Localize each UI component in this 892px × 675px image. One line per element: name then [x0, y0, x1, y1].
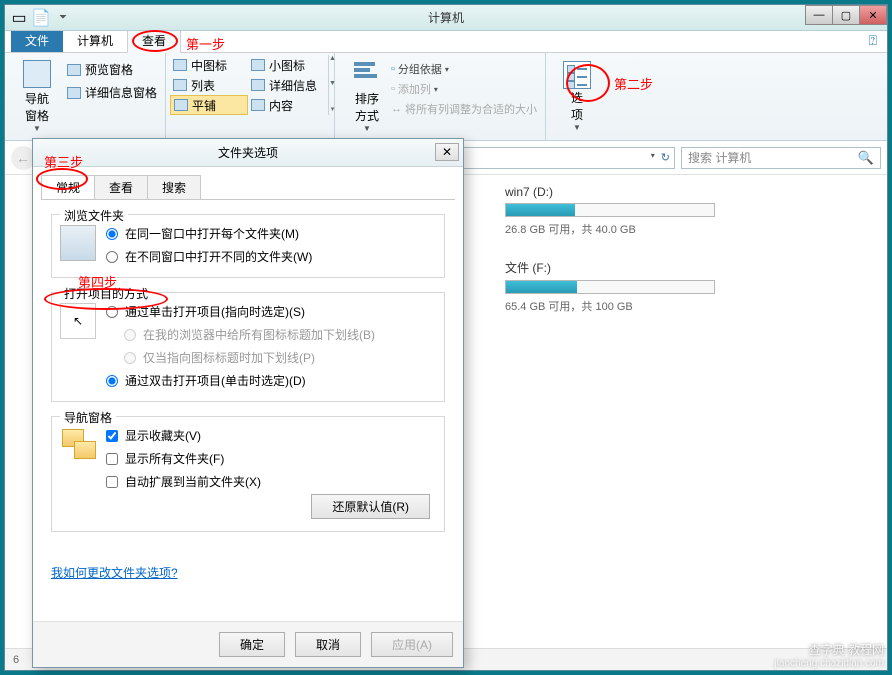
layout-medium-icons[interactable]: 中图标	[170, 55, 248, 75]
new-item-icon[interactable]: 📄	[33, 10, 49, 26]
details-icon	[251, 79, 265, 91]
browse-folders-fieldset: 浏览文件夹 在同一窗口中打开每个文件夹(M) 在不同窗口中打开不同的文件夹(W)	[51, 214, 445, 278]
radio-single-click[interactable]: 通过单击打开项目(指向时选定)(S)	[106, 303, 375, 320]
folder-options-dialog: 文件夹选项 ✕ 常规 查看 搜索 浏览文件夹 在同一窗口中打开每个文件夹(M) …	[32, 138, 464, 668]
cancel-button[interactable]: 取消	[295, 632, 361, 657]
help-icon[interactable]: ⍰	[869, 32, 877, 52]
nav-pane-icon	[23, 60, 51, 88]
drive-usage-bar	[505, 203, 715, 217]
nav-pane-legend: 导航窗格	[60, 409, 116, 426]
group-by-button[interactable]: ▫分组依据 ▾	[391, 61, 537, 77]
click-items-legend: 打开项目的方式	[60, 285, 152, 302]
sort-button[interactable]: 排序 方式 ▼	[343, 57, 391, 136]
preview-pane-icon	[67, 64, 81, 76]
pane-checks: 预览窗格 详细信息窗格	[61, 57, 157, 136]
tab-file[interactable]: 文件	[11, 29, 63, 52]
drive-name: win7 (D:)	[505, 185, 877, 199]
sort-icon	[352, 60, 382, 90]
content-icon	[251, 99, 265, 111]
drive-item[interactable]: win7 (D:) 26.8 GB 可用，共 40.0 GB	[505, 185, 877, 237]
radio-point-underline: 仅当指向图标标题时加下划线(P)	[106, 349, 375, 366]
radio-same-window[interactable]: 在同一窗口中打开每个文件夹(M)	[106, 225, 312, 242]
click-items-icon: ↖	[60, 303, 96, 339]
radio-new-window[interactable]: 在不同窗口中打开不同的文件夹(W)	[106, 248, 312, 265]
small-icons-icon	[251, 59, 265, 71]
dialog-tab-view[interactable]: 查看	[94, 175, 148, 200]
add-column-button: ▫添加列 ▾	[391, 81, 537, 97]
search-icon: 🔍	[858, 150, 874, 166]
layout-content[interactable]: 内容	[248, 95, 326, 115]
check-auto-expand[interactable]: 自动扩展到当前文件夹(X)	[106, 473, 261, 490]
fit-columns-button: ↔将所有列调整为合适的大小	[391, 101, 537, 117]
nav-pane-icon	[60, 427, 96, 463]
layout-tiles[interactable]: 平铺	[170, 95, 248, 115]
titlebar: ▭ 📄 ⏷ 计算机 ― ▢ ✕	[5, 5, 887, 31]
chevron-down-icon: ▼	[363, 124, 371, 133]
refresh-icon[interactable]: ↻	[661, 151, 670, 164]
dialog-tab-general[interactable]: 常规	[41, 175, 95, 200]
browse-folders-icon	[60, 225, 96, 261]
nav-pane-fieldset: 导航窗格 显示收藏夹(V) 显示所有文件夹(F) 自动扩展到当前文件夹(X) 还…	[51, 416, 445, 532]
tiles-icon	[174, 99, 188, 111]
chevron-down-icon: ▼	[573, 123, 581, 132]
chevron-down-icon: ▼	[33, 124, 41, 133]
apply-button[interactable]: 应用(A)	[371, 632, 453, 657]
drive-info: 65.4 GB 可用，共 100 GB	[505, 298, 877, 314]
layout-small-icons[interactable]: 小图标	[248, 55, 326, 75]
minimize-button[interactable]: ―	[805, 5, 833, 25]
drive-usage-bar	[505, 280, 715, 294]
dialog-close-button[interactable]: ✕	[435, 143, 459, 161]
layout-group: 中图标 小图标 列表 详细信息 平铺 内容 ▲▼▾	[166, 53, 334, 140]
tab-computer[interactable]: 计算机	[63, 29, 127, 52]
ok-button[interactable]: 确定	[219, 632, 285, 657]
ribbon-tabs: 文件 计算机 查看 ⍰	[5, 31, 887, 53]
check-show-favorites[interactable]: 显示收藏夹(V)	[106, 427, 261, 444]
layout-details[interactable]: 详细信息	[248, 75, 326, 95]
search-box[interactable]: 搜索 计算机 🔍	[681, 147, 881, 169]
window-title: 计算机	[428, 9, 464, 26]
restore-defaults-button[interactable]: 还原默认值(R)	[311, 494, 430, 519]
drive-info: 26.8 GB 可用，共 40.0 GB	[505, 221, 877, 237]
radio-double-click[interactable]: 通过双击打开项目(单击时选定)(D)	[106, 372, 375, 389]
ribbon-body: 导航 窗格 ▼ 预览窗格 详细信息窗格 中图标 小图标 列表	[5, 53, 887, 141]
dialog-title: 文件夹选项	[218, 144, 278, 161]
radio-browser-underline: 在我的浏览器中给所有图标标题加下划线(B)	[106, 326, 375, 343]
nav-pane-button[interactable]: 导航 窗格 ▼	[13, 57, 61, 136]
details-pane-icon	[67, 87, 81, 99]
help-link[interactable]: 我如何更改文件夹选项?	[51, 564, 178, 581]
layout-list[interactable]: 列表	[170, 75, 248, 95]
details-pane-toggle[interactable]: 详细信息窗格	[67, 84, 157, 101]
watermark: 查字典 教程网 jiaocheng.chazidian.com	[774, 641, 884, 669]
preview-pane-toggle[interactable]: 预览窗格	[67, 61, 157, 78]
dialog-tab-search[interactable]: 搜索	[147, 175, 201, 200]
close-button[interactable]: ✕	[859, 5, 887, 25]
drive-item[interactable]: 文件 (F:) 65.4 GB 可用，共 100 GB	[505, 259, 877, 314]
check-show-all-folders[interactable]: 显示所有文件夹(F)	[106, 450, 261, 467]
maximize-button[interactable]: ▢	[832, 5, 860, 25]
tab-view[interactable]: 查看	[127, 28, 181, 53]
item-count: 6	[13, 654, 19, 666]
medium-icons-icon	[173, 59, 187, 71]
list-icon	[173, 79, 187, 91]
qat-dropdown-icon[interactable]: ⏷	[55, 10, 71, 26]
system-menu-icon[interactable]: ▭	[11, 10, 27, 26]
click-items-fieldset: 打开项目的方式 ↖ 通过单击打开项目(指向时选定)(S) 在我的浏览器中给所有图…	[51, 292, 445, 402]
browse-folders-legend: 浏览文件夹	[60, 207, 128, 224]
options-button[interactable]: 选 项 ▼	[554, 57, 600, 136]
options-icon	[563, 61, 591, 89]
drive-name: 文件 (F:)	[505, 259, 877, 276]
dialog-titlebar: 文件夹选项 ✕	[33, 139, 463, 167]
